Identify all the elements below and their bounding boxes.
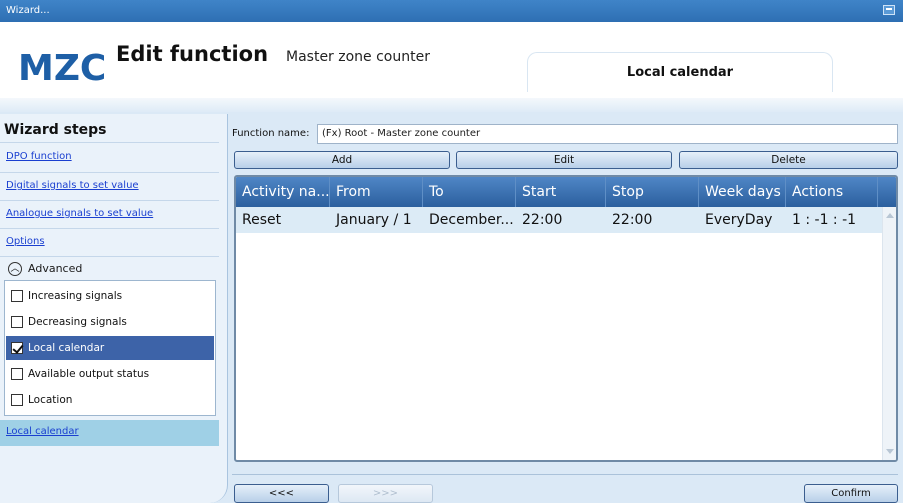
advanced-options-list: Increasing signals Decreasing signals Lo… [4,280,216,416]
checkbox-increasing-signals[interactable]: Increasing signals [6,284,214,308]
checkbox-label: Local calendar [28,342,105,354]
table-cell: EveryDay [705,212,773,228]
wizard-steps-sidebar: Wizard steps DPO function Digital signal… [0,114,228,503]
checkbox-icon [11,316,23,328]
column-header-from[interactable]: From [330,177,423,207]
step-link-analogue-signals[interactable]: Analogue signals to set value [6,208,153,219]
column-header-stop[interactable]: Stop [606,177,699,207]
divider [232,474,898,475]
local-calendar-panel: Function name: (Fx) Root - Master zone c… [232,120,898,498]
window-titlebar: Wizard... [0,0,903,22]
table-cell: 22:00 [522,212,563,228]
table-cell: Reset [242,212,282,228]
table-header: Activity na... From To Start Stop Week d… [236,177,896,207]
divider [0,142,219,143]
confirm-button[interactable]: Confirm [804,484,898,503]
column-header-week-days[interactable]: Week days [699,177,786,207]
table-row[interactable]: Reset January / 1 December... 22:00 22:0… [236,207,882,233]
checkbox-local-calendar[interactable]: Local calendar [6,336,214,360]
checkbox-label: Location [28,394,73,406]
advanced-toggle[interactable]: ︿ Advanced [4,258,217,280]
function-name-field[interactable]: (Fx) Root - Master zone counter [317,124,898,144]
table-cell: 1 : -1 : -1 [792,212,857,228]
checkbox-icon [11,368,23,380]
page-subtitle: Master zone counter [286,49,430,65]
step-link-dpo-function[interactable]: DPO function [6,151,72,162]
vertical-scrollbar[interactable] [882,207,896,460]
checkbox-location[interactable]: Location [6,388,214,412]
minimize-icon[interactable] [883,5,895,15]
checkbox-icon [11,290,23,302]
wizard-steps-title: Wizard steps [4,122,107,138]
checkbox-icon [11,394,23,406]
tab-local-calendar[interactable]: Local calendar [527,52,833,92]
table-cell: 22:00 [612,212,653,228]
divider [0,256,219,257]
column-header-activity-name[interactable]: Activity na... [236,177,330,207]
scroll-up-icon[interactable] [886,213,894,218]
divider [0,172,219,173]
next-button[interactable]: >>> [338,484,433,503]
edit-button[interactable]: Edit [456,151,672,169]
table-cell: December... [429,212,514,228]
divider [0,228,219,229]
checkbox-label: Decreasing signals [28,316,127,328]
step-link-local-calendar[interactable]: Local calendar [0,420,219,446]
divider [0,200,219,201]
checkbox-checked-icon [11,342,23,354]
table-cell: January / 1 [336,212,412,228]
add-button[interactable]: Add [234,151,450,169]
column-header-start[interactable]: Start [516,177,606,207]
column-header-actions[interactable]: Actions [786,177,878,207]
back-button[interactable]: <<< [234,484,329,503]
function-name-label: Function name: [232,128,310,139]
step-link-options[interactable]: Options [6,236,45,247]
calendar-table: Activity na... From To Start Stop Week d… [234,175,898,462]
checkbox-decreasing-signals[interactable]: Decreasing signals [6,310,214,334]
checkbox-label: Available output status [28,368,150,380]
window-title: Wizard... [6,5,50,16]
column-header-to[interactable]: To [423,177,516,207]
delete-button[interactable]: Delete [679,151,898,169]
checkbox-label: Increasing signals [28,290,123,302]
step-link-digital-signals[interactable]: Digital signals to set value [6,180,139,191]
scroll-down-icon[interactable] [886,449,894,454]
chevron-up-icon: ︿ [8,262,22,276]
selected-step-label[interactable]: Local calendar [6,426,79,437]
page-title: Edit function [116,42,269,66]
advanced-label: Advanced [28,262,83,275]
app-logo: MZC [18,48,107,89]
checkbox-available-output-status[interactable]: Available output status [6,362,214,386]
